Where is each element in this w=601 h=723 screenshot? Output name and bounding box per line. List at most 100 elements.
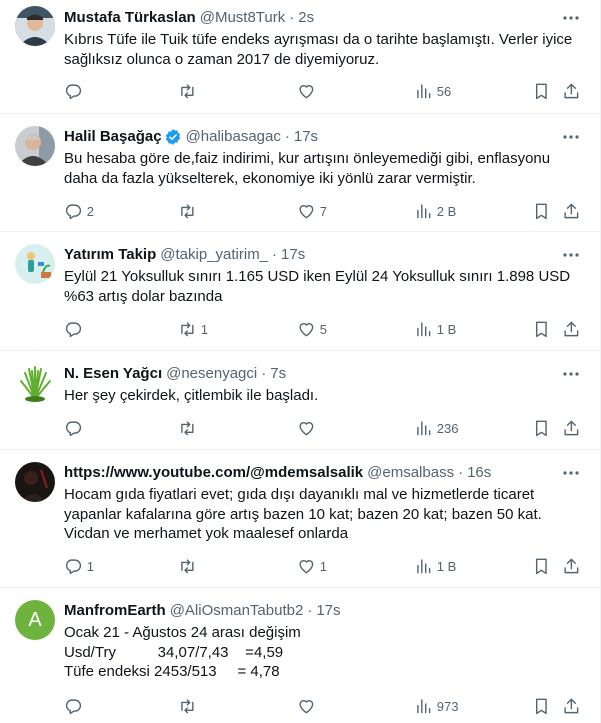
like-button[interactable] xyxy=(297,695,320,717)
timestamp[interactable]: 16s xyxy=(467,463,491,483)
view-count: 2 B xyxy=(436,203,457,219)
letter-avatar-icon: A xyxy=(28,608,42,631)
handle[interactable]: @takip_yatirim_ xyxy=(160,245,268,265)
handle[interactable]: @emsalbass xyxy=(367,463,454,483)
share-icon xyxy=(564,420,579,435)
timestamp[interactable]: 17s xyxy=(294,127,318,147)
action-bar: 973 xyxy=(54,695,600,717)
views-button[interactable]: 1 B xyxy=(414,555,456,577)
tweet[interactable]: N. Esen Yağcı @nesenyagci · 7s Her şey ç… xyxy=(0,351,600,450)
bookmark-button[interactable] xyxy=(532,80,551,102)
like-button[interactable]: 1 xyxy=(297,555,327,577)
retweet-button[interactable] xyxy=(178,695,201,717)
avatar[interactable]: A xyxy=(15,600,55,640)
views-button[interactable]: 236 xyxy=(414,417,458,439)
more-options-icon[interactable] xyxy=(562,128,580,146)
views-chart-icon xyxy=(417,204,431,218)
reply-icon xyxy=(65,699,82,714)
tweet-text: Kıbrıs Tüfe ile Tuik tüfe endeks ayrışma… xyxy=(64,31,573,68)
more-options-icon[interactable] xyxy=(562,365,580,383)
retweet-button[interactable] xyxy=(178,555,201,577)
share-icon xyxy=(564,558,579,573)
tweet[interactable]: Yatırım Takip @takip_yatirim_ · 17s Eylü… xyxy=(0,232,600,351)
like-button[interactable]: 5 xyxy=(297,318,327,340)
display-name[interactable]: Mustafa Türkaslan xyxy=(64,8,196,28)
tweet-header: Halil Başağaç @halibasagac · 17s xyxy=(64,127,560,147)
bookmark-icon xyxy=(535,698,547,714)
bookmark-button[interactable] xyxy=(532,417,551,439)
display-name[interactable]: Yatırım Takip xyxy=(64,245,156,265)
timestamp[interactable]: 7s xyxy=(270,364,286,384)
avatar[interactable] xyxy=(15,462,55,502)
timestamp[interactable]: 17s xyxy=(281,245,305,265)
views-button[interactable]: 2 B xyxy=(414,200,456,222)
retweet-icon xyxy=(181,204,194,218)
bookmark-button[interactable] xyxy=(532,318,551,340)
share-icon xyxy=(564,698,579,713)
bookmark-button[interactable] xyxy=(532,200,551,222)
avatar[interactable] xyxy=(15,363,55,403)
share-button[interactable] xyxy=(562,417,581,439)
share-button[interactable] xyxy=(562,318,581,340)
share-button[interactable] xyxy=(562,555,581,577)
handle[interactable]: @AliOsmanTabutb2 xyxy=(170,601,304,621)
retweet-button[interactable] xyxy=(178,200,201,222)
reply-button[interactable] xyxy=(64,318,87,340)
tweet[interactable]: A ManfromEarth @AliOsmanTabutb2 · 17s Oc… xyxy=(0,588,600,723)
tweet[interactable]: Mustafa Türkaslan @Must8Turk · 2s Kıbrıs… xyxy=(0,0,600,114)
more-options-icon[interactable] xyxy=(562,464,580,482)
avatar[interactable] xyxy=(15,126,55,166)
views-chart-icon xyxy=(417,84,431,98)
views-chart-icon xyxy=(417,699,431,713)
verified-badge-icon xyxy=(164,128,182,146)
reply-button[interactable] xyxy=(64,417,87,439)
handle[interactable]: @halibasagac xyxy=(186,127,281,147)
tweet-text: Hocam gıda fiyatlari evet; gıda dışı day… xyxy=(64,486,542,542)
separator-dot: · xyxy=(307,602,313,619)
tweet-text: Her şey çekirdek, çitlembik ile başladı. xyxy=(64,387,319,404)
view-count: 236 xyxy=(436,420,459,436)
bookmark-button[interactable] xyxy=(532,695,551,717)
views-button[interactable]: 973 xyxy=(414,695,458,717)
bookmark-button[interactable] xyxy=(532,555,551,577)
handle[interactable]: @nesenyagci xyxy=(166,364,257,384)
action-bar: 1 1 1 B xyxy=(54,555,600,577)
share-icon xyxy=(564,203,579,218)
avatar[interactable] xyxy=(15,244,55,284)
like-button[interactable] xyxy=(297,80,320,102)
share-button[interactable] xyxy=(562,695,581,717)
reply-button[interactable]: 2 xyxy=(64,200,94,222)
timestamp[interactable]: 17s xyxy=(316,601,340,621)
more-options-icon[interactable] xyxy=(562,246,580,264)
tweet[interactable]: https://www.youtube.com/@mdemsalsalik @e… xyxy=(0,450,600,588)
more-options-icon[interactable] xyxy=(562,9,580,27)
reply-button[interactable] xyxy=(64,695,87,717)
retweet-button[interactable]: 1 xyxy=(178,318,208,340)
action-bar: 1 5 1 B xyxy=(54,318,600,340)
views-button[interactable]: 1 B xyxy=(414,318,456,340)
tweet[interactable]: Halil Başağaç @halibasagac · 17s Bu hesa… xyxy=(0,114,600,232)
retweet-button[interactable] xyxy=(178,417,201,439)
tweet-text: Ocak 21 - Ağustos 24 arası değişim Usd/T… xyxy=(64,624,301,680)
display-name[interactable]: ManfromEarth xyxy=(64,601,166,621)
like-button[interactable]: 7 xyxy=(297,200,327,222)
reply-button[interactable] xyxy=(64,80,87,102)
reply-button[interactable]: 1 xyxy=(64,555,94,577)
heart-icon xyxy=(299,322,314,336)
avatar[interactable] xyxy=(15,6,55,46)
views-chart-icon xyxy=(417,322,431,336)
separator-dot: · xyxy=(458,464,464,481)
display-name[interactable]: N. Esen Yağcı xyxy=(64,364,162,384)
share-button[interactable] xyxy=(562,200,581,222)
handle[interactable]: @Must8Turk xyxy=(200,8,286,28)
retweet-icon xyxy=(181,559,194,573)
bookmark-icon xyxy=(535,203,547,219)
display-name[interactable]: https://www.youtube.com/@mdemsalsalik xyxy=(64,463,363,483)
timestamp[interactable]: 2s xyxy=(298,8,314,28)
retweet-button[interactable] xyxy=(178,80,201,102)
views-button[interactable]: 56 xyxy=(414,80,451,102)
display-name[interactable]: Halil Başağaç xyxy=(64,127,162,147)
like-button[interactable] xyxy=(297,417,320,439)
share-button[interactable] xyxy=(562,80,581,102)
bookmark-icon xyxy=(535,558,547,574)
